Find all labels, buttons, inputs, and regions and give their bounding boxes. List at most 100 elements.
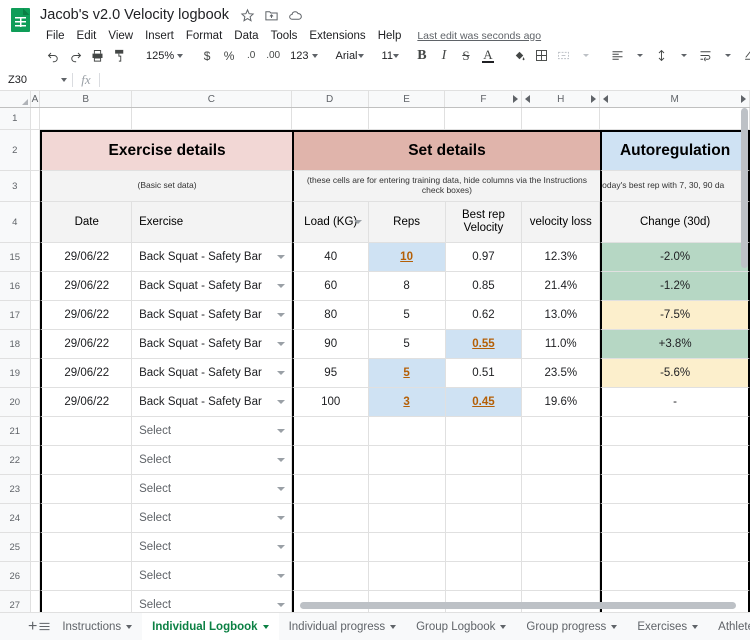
cloud-saved-icon[interactable] xyxy=(288,8,303,23)
merge-cells-icon[interactable] xyxy=(553,45,575,67)
decrease-decimal-button[interactable]: .0 xyxy=(240,45,262,67)
cell-date[interactable]: 29/06/22 xyxy=(40,388,133,417)
cell-velocity-loss[interactable]: 19.6% xyxy=(522,388,601,417)
cell-a18[interactable] xyxy=(30,330,41,359)
cell-exercise[interactable]: Back Squat - Safety Bar xyxy=(132,272,292,301)
sheet-tab-group-logbook[interactable]: Group Logbook xyxy=(406,613,516,640)
cell-date[interactable]: 29/06/22 xyxy=(40,301,133,330)
cell-d1[interactable] xyxy=(291,108,369,130)
cell-a1[interactable] xyxy=(30,108,41,130)
currency-format-button[interactable]: $ xyxy=(196,45,218,67)
horizontal-align-chevron-icon[interactable] xyxy=(629,45,651,67)
sheet-tab-exercises[interactable]: Exercises xyxy=(627,613,708,640)
cell-best-rep-velocity[interactable] xyxy=(445,533,523,562)
cell-best-rep-velocity[interactable]: 0.45 xyxy=(445,388,523,417)
cell-a23[interactable] xyxy=(30,475,41,504)
row-header-4[interactable]: 4 xyxy=(0,202,31,243)
sheet-tab-instructions[interactable]: Instructions xyxy=(52,613,142,640)
cell-best-rep-velocity[interactable] xyxy=(445,446,523,475)
cell-velocity-loss[interactable]: 13.0% xyxy=(522,301,601,330)
row-header-27[interactable]: 27 xyxy=(0,591,31,612)
cell-date[interactable]: 29/06/22 xyxy=(40,330,133,359)
cell-f1[interactable] xyxy=(445,108,523,130)
text-rotation-icon[interactable] xyxy=(739,45,750,67)
chevron-down-icon[interactable] xyxy=(500,624,507,629)
exercise-select-dropdown[interactable]: Select xyxy=(132,446,292,475)
cell-velocity-loss[interactable] xyxy=(522,562,601,591)
cell-exercise[interactable]: Back Squat - Safety Bar xyxy=(132,330,292,359)
cell-date[interactable] xyxy=(40,446,133,475)
cell-velocity-loss[interactable]: 23.5% xyxy=(522,359,601,388)
cell-change-30d[interactable]: - xyxy=(600,388,750,417)
chevron-down-icon[interactable] xyxy=(276,516,285,520)
show-hidden-columns-right-icon[interactable] xyxy=(741,95,747,103)
cell-velocity-loss[interactable] xyxy=(522,446,601,475)
exercise-select-dropdown[interactable]: Select xyxy=(132,533,292,562)
star-icon[interactable] xyxy=(240,8,255,23)
cell-change-30d[interactable]: -5.6% xyxy=(600,359,750,388)
increase-decimal-button[interactable]: .00 xyxy=(262,45,284,67)
select-all-corner[interactable] xyxy=(0,91,31,107)
cell-change-30d[interactable]: -7.5% xyxy=(600,301,750,330)
cell-a19[interactable] xyxy=(30,359,41,388)
all-sheets-icon[interactable] xyxy=(37,614,52,640)
cell-date[interactable] xyxy=(40,591,133,612)
cell-best-rep-velocity[interactable] xyxy=(445,504,523,533)
text-wrap-chevron-icon[interactable] xyxy=(717,45,739,67)
strikethrough-button[interactable]: S xyxy=(455,45,477,67)
show-hidden-columns-right-icon[interactable] xyxy=(591,95,597,103)
menu-item-insert[interactable]: Insert xyxy=(139,29,180,43)
sheet-tab-athletes[interactable]: Athletes xyxy=(708,613,750,640)
cell-change-30d[interactable] xyxy=(600,475,750,504)
chevron-down-icon[interactable] xyxy=(276,487,285,491)
cell-date[interactable]: 29/06/22 xyxy=(40,272,133,301)
row-header-2[interactable]: 2 xyxy=(0,130,31,171)
menu-item-file[interactable]: File xyxy=(40,29,71,43)
cell-exercise[interactable]: Back Squat - Safety Bar xyxy=(132,243,292,272)
sheet-tab-group-progress[interactable]: Group progress xyxy=(516,613,627,640)
cell-exercise[interactable]: Back Squat - Safety Bar xyxy=(132,388,292,417)
cell-best-rep-velocity[interactable] xyxy=(445,562,523,591)
horizontal-align-icon[interactable] xyxy=(607,45,629,67)
show-hidden-columns-left-icon[interactable] xyxy=(603,95,609,103)
row-header-1[interactable]: 1 xyxy=(0,108,31,130)
cell-reps[interactable]: 5 xyxy=(368,330,446,359)
column-header-b[interactable]: B xyxy=(40,91,133,107)
cell-a17[interactable] xyxy=(30,301,41,330)
cell-date[interactable]: 29/06/22 xyxy=(40,243,133,272)
row-header-16[interactable]: 16 xyxy=(0,272,31,301)
exercise-select-dropdown[interactable]: Select xyxy=(132,417,292,446)
cell-reps[interactable] xyxy=(368,475,446,504)
font-family-select[interactable]: Arial xyxy=(331,46,367,66)
cell-load[interactable]: 80 xyxy=(291,301,369,330)
cell-a15[interactable] xyxy=(30,243,41,272)
cell-change-30d[interactable] xyxy=(600,504,750,533)
cell-date[interactable] xyxy=(40,417,133,446)
cell-exercise[interactable]: Back Squat - Safety Bar xyxy=(132,359,292,388)
chevron-down-icon[interactable] xyxy=(276,284,285,288)
vertical-scrollbar-thumb[interactable] xyxy=(741,108,748,268)
bold-button[interactable]: B xyxy=(411,45,433,67)
vertical-align-icon[interactable] xyxy=(651,45,673,67)
cell-reps[interactable]: 3 xyxy=(368,388,446,417)
more-formats-button[interactable]: 123 xyxy=(284,46,320,66)
cell-h1[interactable] xyxy=(522,108,601,130)
cell-best-rep-velocity[interactable]: 0.55 xyxy=(445,330,523,359)
horizontal-scrollbar[interactable] xyxy=(300,602,736,610)
cell-reps[interactable]: 5 xyxy=(368,359,446,388)
vertical-align-chevron-icon[interactable] xyxy=(673,45,695,67)
cell-velocity-loss[interactable] xyxy=(522,533,601,562)
column-header-c[interactable]: C xyxy=(132,91,292,107)
cell-reps[interactable] xyxy=(368,417,446,446)
column-header-h[interactable]: H xyxy=(522,91,601,107)
column-header-e[interactable]: E xyxy=(368,91,446,107)
document-title[interactable]: Jacob's v2.0 Velocity logbook xyxy=(40,7,229,23)
column-header-m[interactable]: M xyxy=(600,91,750,107)
chevron-down-icon[interactable] xyxy=(126,624,133,629)
cell-exercise[interactable]: Back Squat - Safety Bar xyxy=(132,301,292,330)
chevron-down-icon[interactable] xyxy=(276,603,285,607)
cell-load[interactable]: 100 xyxy=(291,388,369,417)
cell-load[interactable] xyxy=(291,417,369,446)
percent-format-button[interactable]: % xyxy=(218,45,240,67)
borders-icon[interactable] xyxy=(531,45,553,67)
